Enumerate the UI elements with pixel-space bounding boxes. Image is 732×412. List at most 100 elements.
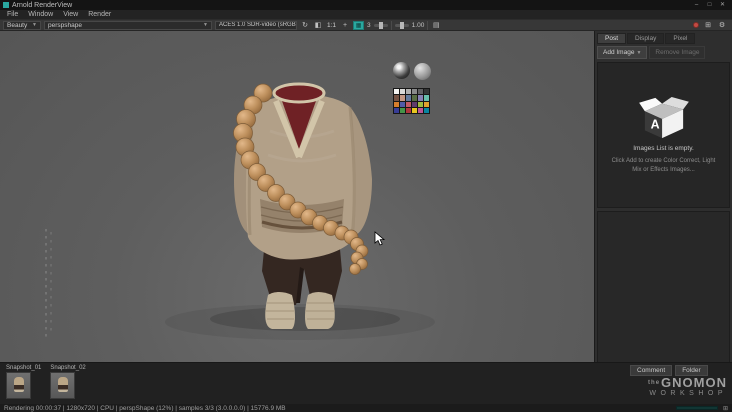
title-bar: Arnold RenderView – □ ✕ — [0, 0, 732, 10]
mouse-cursor — [374, 231, 386, 246]
menu-view[interactable]: View — [58, 10, 83, 19]
color-patch — [406, 95, 411, 101]
close-button[interactable]: ✕ — [716, 0, 729, 10]
menu-bar: File Window View Render — [0, 10, 732, 19]
snapshot-label: Snapshot_02 — [50, 365, 86, 371]
region-toggle[interactable]: ▦ — [353, 20, 365, 30]
zoom-level[interactable]: 1:1 — [326, 22, 337, 29]
slider-handle[interactable] — [378, 21, 383, 29]
add-image-button[interactable]: Add Image ▼ — [597, 46, 648, 59]
aov-select[interactable]: Beauty ▼ — [3, 20, 41, 30]
empty-state-description: Click Add to create Color Correct, Light… — [611, 158, 716, 173]
color-patch — [394, 89, 399, 95]
menu-render[interactable]: Render — [83, 10, 116, 19]
snapshot-thumbnail-figure — [14, 377, 24, 392]
snapshots-bar: Snapshot_01 Snapshot_02 Comment Folder t… — [0, 362, 732, 404]
snapshot-label: Snapshot_01 — [6, 365, 42, 371]
settings-gear-icon[interactable]: ⚙ — [717, 21, 727, 30]
chevron-down-icon: ▼ — [203, 22, 208, 28]
empty-state-title: Images List is empty. — [633, 145, 694, 153]
snapshot-item[interactable]: Snapshot_02 — [50, 365, 86, 399]
ab-compare-icon[interactable]: ◧ — [313, 21, 323, 30]
toolbar: Beauty ▼ perspshape ▼ ACES 1.0 SDR-video… — [0, 19, 732, 31]
color-patch — [406, 89, 411, 95]
color-patch — [400, 101, 405, 107]
panel-tabs: Post Display Pixel — [597, 33, 730, 44]
color-patch — [412, 95, 417, 101]
render-status-text: Rendering 00:00:37 | 1280x720 | CPU | pe… — [4, 404, 286, 412]
minimize-button[interactable]: – — [690, 0, 703, 10]
grid-icon: ⊞ — [722, 405, 728, 412]
image-properties-area — [597, 211, 730, 369]
color-patch — [412, 101, 417, 107]
camera-select[interactable]: perspshape ▼ — [44, 20, 212, 30]
record-indicator-icon[interactable] — [693, 22, 699, 28]
images-panel: Post Display Pixel Add Image ▼ Remove Im… — [594, 31, 732, 369]
gamma-slider[interactable] — [394, 21, 409, 29]
window-title: Arnold RenderView — [12, 1, 73, 9]
toolbar-divider — [427, 20, 429, 30]
slider-handle[interactable] — [399, 21, 404, 29]
color-patch — [424, 101, 429, 107]
watermark-line2: WORKSHOP — [649, 389, 727, 397]
window-controls: – □ ✕ — [690, 0, 729, 10]
status-bar: Rendering 00:00:37 | 1280x720 | CPU | pe… — [0, 404, 732, 412]
colorspace-select[interactable]: ACES 1.0 SDR-video (sRGB) ▼ — [215, 20, 297, 30]
gray-ball-reference — [414, 63, 431, 80]
render-progress-bar — [675, 406, 718, 410]
arnold-logo-letter: A — [650, 118, 659, 132]
colorspace-select-value: ACES 1.0 SDR-video (sRGB) — [219, 22, 297, 28]
expand-icon[interactable]: ⊞ — [703, 21, 713, 30]
tab-display[interactable]: Display — [627, 33, 665, 44]
color-patch — [394, 107, 399, 113]
watermark-prefix: the — [648, 380, 661, 386]
rendered-character — [45, 82, 435, 340]
snapshot-list: Snapshot_01 Snapshot_02 — [6, 365, 86, 399]
gnomon-workshop-watermark: theGNOMON WORKSHOP — [648, 376, 727, 397]
menu-window[interactable]: Window — [23, 10, 58, 19]
open-box-icon: A — [638, 97, 689, 139]
app-icon — [3, 2, 9, 8]
remove-image-button[interactable]: Remove Image — [649, 46, 706, 59]
color-checker — [393, 88, 430, 114]
watermark-line1: theGNOMON — [648, 375, 727, 390]
tab-pixel[interactable]: Pixel — [665, 33, 696, 44]
color-patch — [418, 101, 423, 107]
color-patch — [400, 89, 405, 95]
snapshot-item[interactable]: Snapshot_01 — [6, 365, 41, 399]
toolbar-divider — [390, 20, 392, 30]
aa-samples-value[interactable]: 3 — [367, 22, 371, 29]
color-patch — [424, 95, 429, 101]
snapshot-thumbnail[interactable] — [50, 372, 76, 399]
color-patch — [424, 89, 429, 95]
refresh-icon[interactable]: ↻ — [300, 21, 310, 30]
color-patch — [412, 89, 417, 95]
toolbar-right-cluster: ⊞ ⚙ — [693, 21, 729, 30]
lut-icon[interactable]: ▤ — [431, 21, 441, 30]
chrome-ball-reference — [393, 62, 410, 79]
camera-select-value: perspshape — [48, 21, 82, 29]
color-patch — [406, 101, 411, 107]
render-viewport[interactable] — [0, 31, 594, 362]
color-patch — [418, 89, 423, 95]
aov-select-value: Beauty — [7, 21, 28, 29]
color-patch — [424, 107, 429, 113]
gamma-value[interactable]: 1.00 — [412, 22, 425, 29]
aa-samples-slider[interactable] — [373, 21, 388, 29]
maximize-button[interactable]: □ — [703, 0, 716, 10]
chevron-down-icon: ▼ — [32, 22, 37, 28]
snapshot-thumbnail-figure — [58, 377, 69, 392]
snapshot-thumbnail[interactable] — [6, 372, 31, 399]
color-patch — [412, 107, 417, 113]
images-empty-state: A Images List is empty. Click Add to cre… — [597, 62, 730, 208]
crosshair-icon[interactable]: + — [340, 21, 350, 30]
panel-buttons: Add Image ▼ Remove Image — [597, 46, 730, 59]
color-patch — [418, 107, 423, 113]
add-image-label: Add Image — [603, 49, 635, 56]
color-patch — [394, 95, 399, 101]
color-patch — [394, 101, 399, 107]
tab-post[interactable]: Post — [597, 33, 627, 44]
menu-file[interactable]: File — [2, 10, 23, 19]
color-patch — [418, 95, 423, 101]
color-patch — [400, 95, 405, 101]
